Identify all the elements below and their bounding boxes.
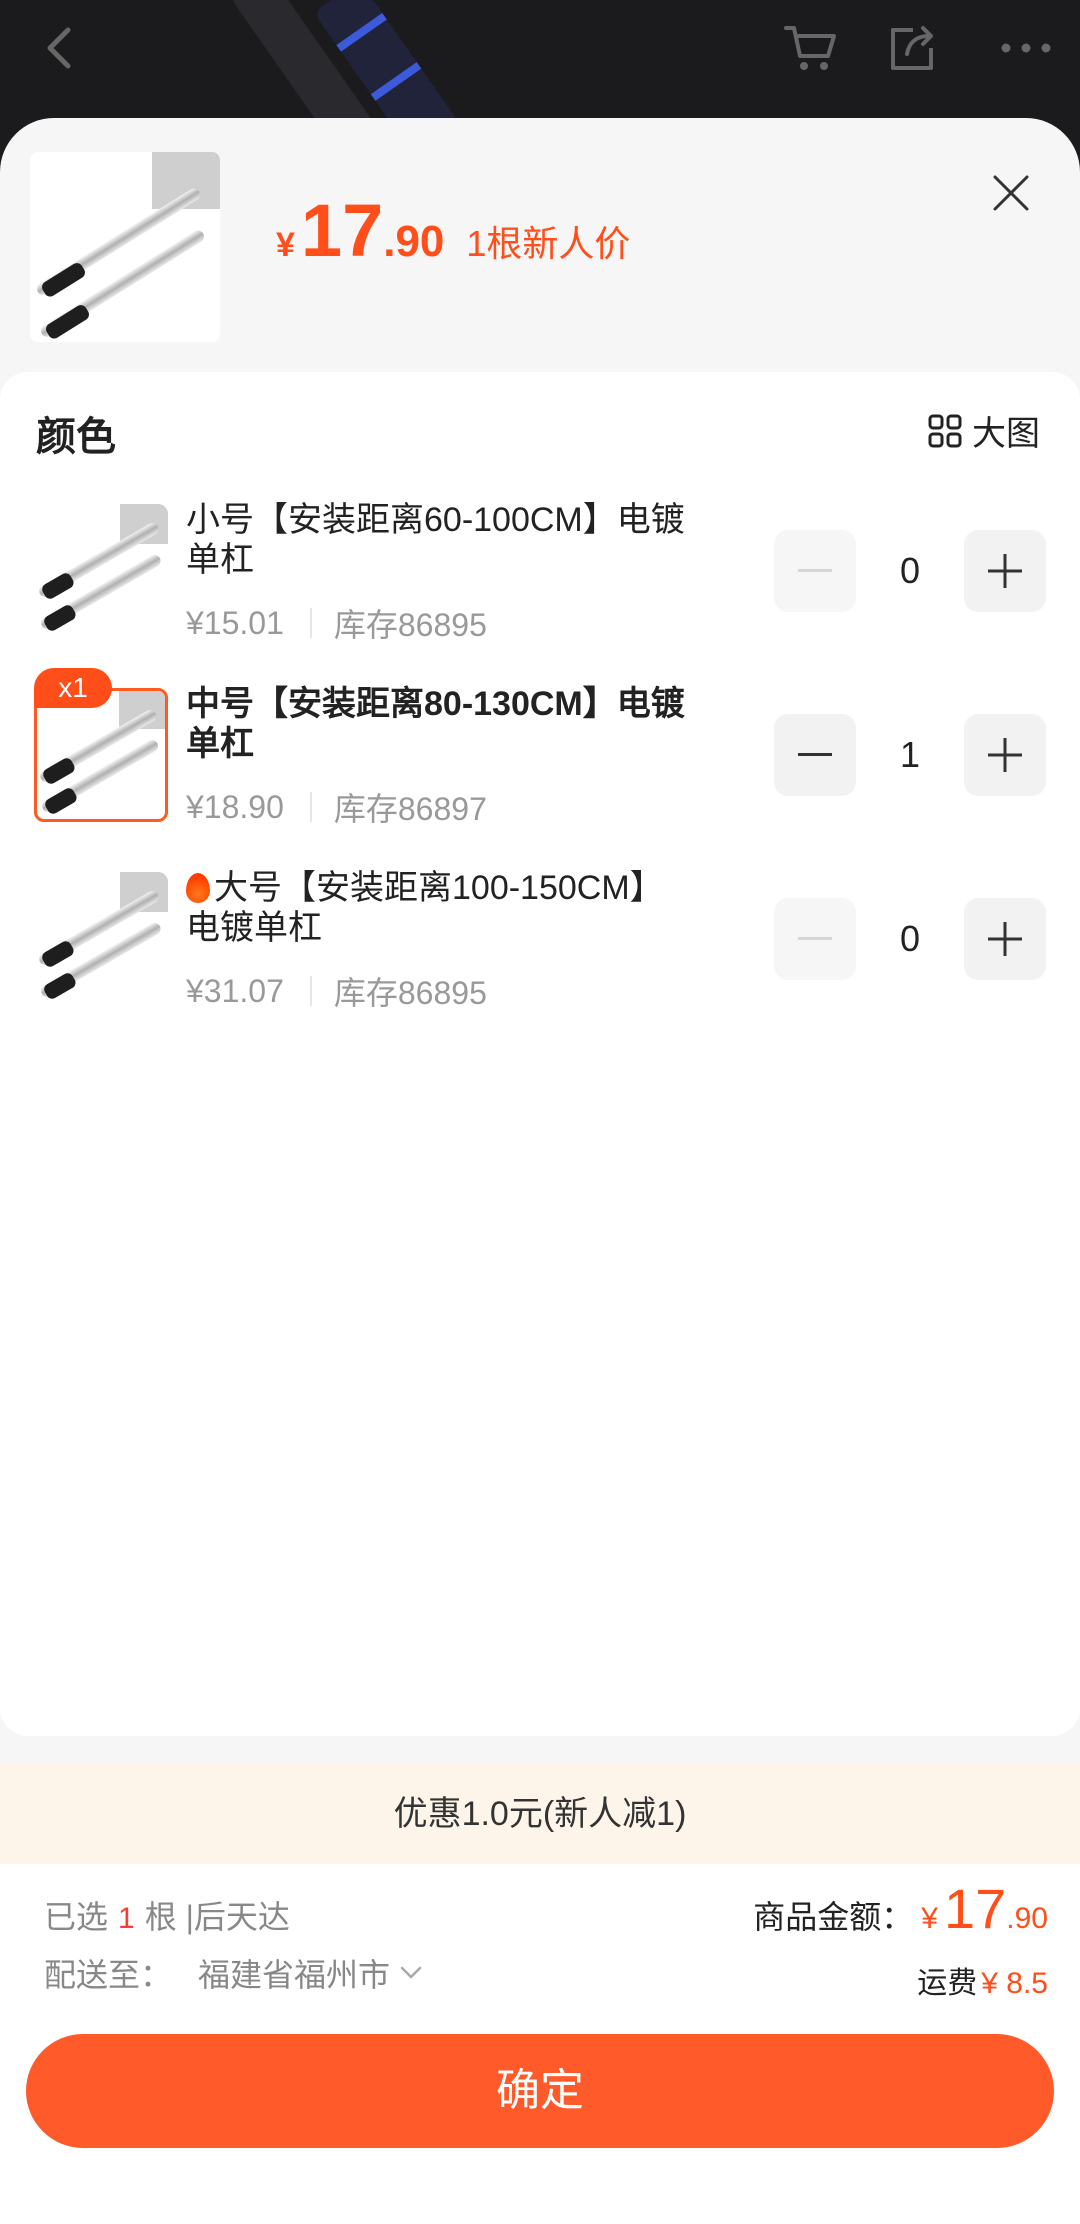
variant-name: 中号【安装距离80-130CM】电镀单杠 <box>186 685 685 763</box>
quantity-value[interactable]: 1 <box>856 714 964 796</box>
current-price: ¥ 17 .90 1根新人价 <box>276 188 630 273</box>
total-amount: 商品金额： ¥ 17 .90 <box>753 1877 1048 1940</box>
plus-icon <box>988 738 1022 772</box>
promo-banner: 优惠1.0元(新人减1) <box>0 1764 1080 1864</box>
chevron-left-icon[interactable] <box>24 12 96 84</box>
confirm-button[interactable]: 确定 <box>26 2034 1054 2148</box>
more-dots-icon[interactable] <box>990 12 1062 84</box>
plus-icon <box>988 922 1022 956</box>
grid-icon <box>928 414 962 447</box>
section-title: 颜色 <box>36 415 116 459</box>
variant-thumbnail[interactable] <box>34 504 168 638</box>
price-decimal: .90 <box>383 217 445 266</box>
freight-info: 运费 ¥ 8.5 <box>917 1967 1048 2000</box>
cart-icon[interactable] <box>774 12 846 84</box>
variant-name: 小号【安装距离60-100CM】电镀单杠 <box>186 501 685 579</box>
minus-icon <box>798 569 832 572</box>
variant-row[interactable]: 大号【安装距离100-150CM】电镀单杠 ¥31.07 库存86895 0 <box>0 868 1080 1018</box>
variant-price: ¥18.90 <box>186 788 284 825</box>
quantity-value[interactable]: 0 <box>856 530 964 612</box>
price-currency: ¥ <box>276 226 295 264</box>
variant-row[interactable]: x1 中号【安装距离80-130CM】电镀单杠 ¥18.90 库存86897 1 <box>0 668 1080 834</box>
checkout-footer: 已选 1 根 |后天达 商品金额： ¥ 17 .90 配送至： 福建省福州市 运费 ¥… <box>0 1864 1080 2224</box>
price-integer: 17 <box>300 189 384 272</box>
increase-button[interactable] <box>964 714 1046 796</box>
decrease-button[interactable] <box>774 898 856 980</box>
price-tag: 1根新人价 <box>466 223 631 264</box>
quantity-stepper: 0 <box>774 530 1046 612</box>
minus-icon <box>798 753 832 756</box>
selected-quantity: 1 <box>118 1902 135 1935</box>
variant-price: ¥15.01 <box>186 604 284 641</box>
variant-stock: 库存86895 <box>333 607 487 643</box>
decrease-button[interactable] <box>774 530 856 612</box>
variant-price: ¥31.07 <box>186 972 284 1009</box>
quantity-stepper: 1 <box>774 714 1046 796</box>
sku-selector-sheet: ¥ 17 .90 1根新人价 颜色 大图 小号【安装距离60-100CM】电镀单… <box>0 118 1080 2224</box>
variant-thumbnail[interactable] <box>34 688 168 822</box>
variant-stock: 库存86895 <box>333 975 487 1011</box>
flame-icon <box>186 873 210 903</box>
bigpic-label: 大图 <box>972 415 1040 453</box>
close-icon[interactable] <box>976 158 1046 228</box>
delivery-address[interactable]: 配送至： 福建省福州市 <box>44 1950 422 1996</box>
quantity-stepper: 0 <box>774 898 1046 980</box>
decrease-button[interactable] <box>774 714 856 796</box>
address-text: 福建省福州市 <box>198 1957 391 1993</box>
variant-row[interactable]: 小号【安装距离60-100CM】电镀单杠 ¥15.01 库存86895 0 <box>0 500 1080 650</box>
chevron-down-icon <box>400 1966 422 1979</box>
selected-count-badge: x1 <box>34 668 112 708</box>
increase-button[interactable] <box>964 898 1046 980</box>
variant-stock: 库存86897 <box>333 791 487 827</box>
bigpic-toggle[interactable]: 大图 <box>928 406 1040 455</box>
share-icon[interactable] <box>876 12 948 84</box>
increase-button[interactable] <box>964 530 1046 612</box>
selection-summary: 已选 1 根 |后天达 <box>44 1899 290 1935</box>
variant-name: 大号【安装距离100-150CM】电镀单杠 <box>186 869 664 947</box>
quantity-value[interactable]: 0 <box>856 898 964 980</box>
product-thumbnail[interactable] <box>30 152 220 342</box>
plus-icon <box>988 554 1022 588</box>
minus-icon <box>798 937 832 940</box>
sheet-header: ¥ 17 .90 1根新人价 <box>0 118 1080 372</box>
variant-thumbnail[interactable] <box>34 872 168 1006</box>
variant-card: 颜色 大图 小号【安装距离60-100CM】电镀单杠 ¥15.01 库存8689… <box>0 372 1080 1736</box>
